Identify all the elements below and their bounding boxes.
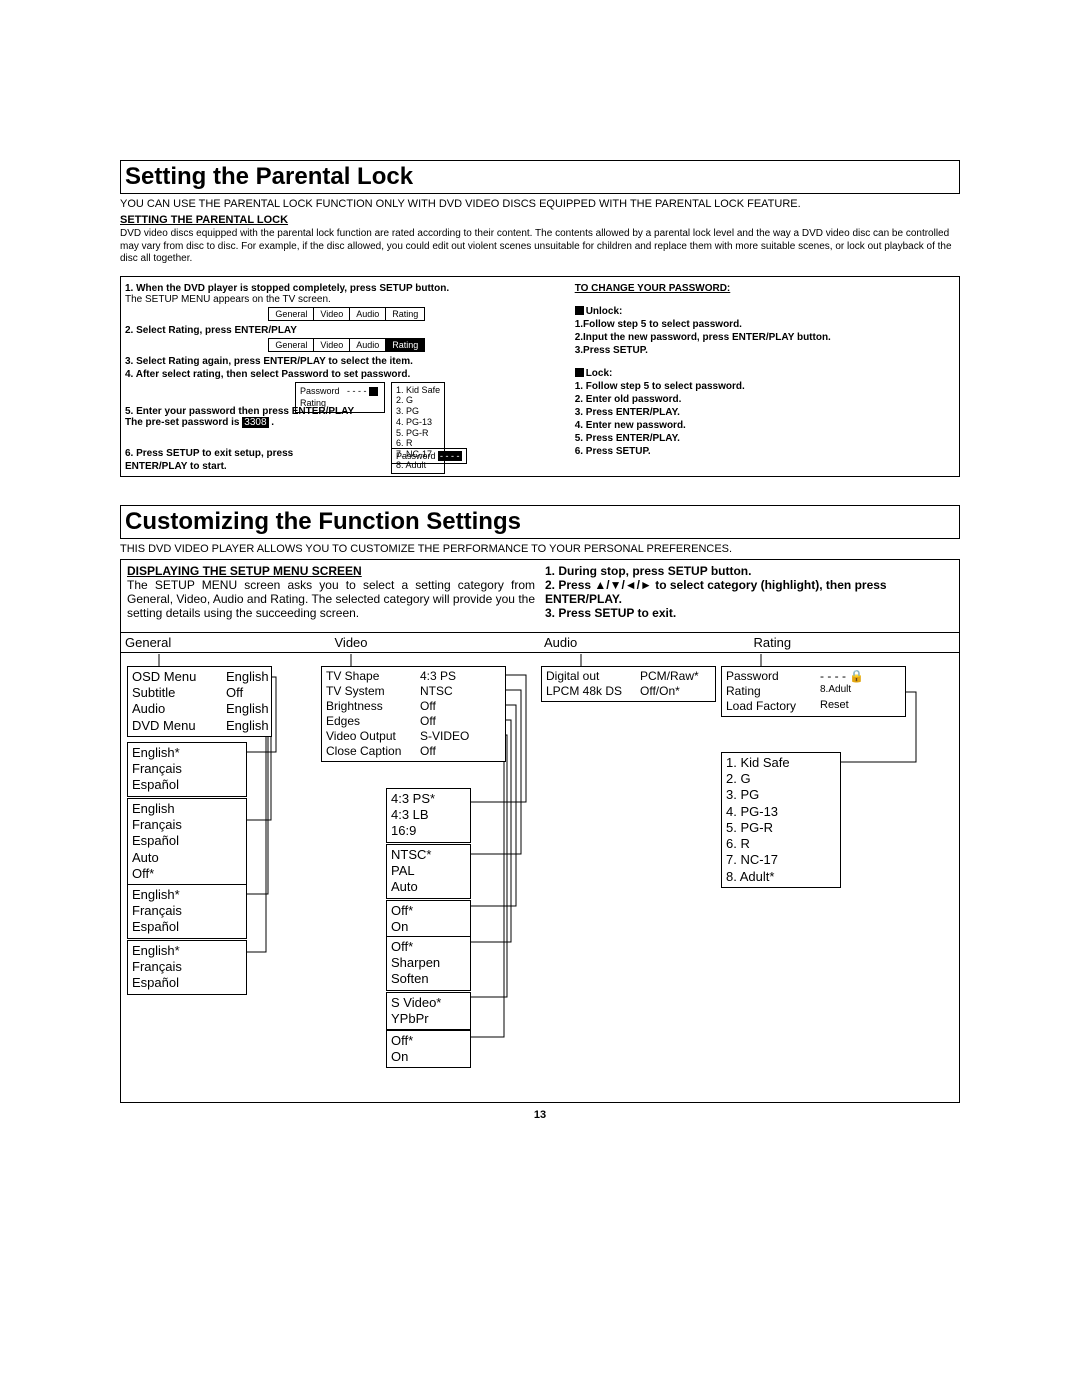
step5: 5. Enter your password then press ENTER/… — [125, 406, 385, 417]
video-opt1: 4:3 PS*4:3 LB16:9 — [386, 788, 471, 843]
settings-diagram: General Video Audio Rating — [121, 632, 959, 1102]
rating-box: Password- - - - 🔒 Rating8.Adult Load Fac… — [721, 666, 906, 717]
general-box: OSD MenuEnglish SubtitleOff AudioEnglish… — [127, 666, 272, 737]
step1: 1. When the DVD player is stopped comple… — [125, 283, 569, 294]
display-setup-body: The SETUP MENU screen asks you to select… — [127, 578, 535, 620]
password-box-2: Password - - - - — [391, 448, 467, 464]
preset-pw: The pre-set password is 3308 . — [125, 417, 569, 428]
parental-lock-steps-box: 1. When the DVD player is stopped comple… — [120, 276, 960, 477]
category-row: General Video Audio Rating — [121, 632, 959, 653]
setup-step1: 1. During stop, press SETUP button. — [545, 564, 953, 578]
section1-title: Setting the Parental Lock — [120, 160, 960, 194]
setup-step2: 2. Press ▲/▼/◄/► to select category (hig… — [545, 578, 953, 606]
tabs-row-2: General Video Audio Rating — [268, 338, 425, 352]
step3: 3. Select Rating again, press ENTER/PLAY… — [125, 356, 569, 367]
change-password-head: TO CHANGE YOUR PASSWORD: — [575, 283, 955, 294]
unlock-icon — [575, 306, 584, 315]
setup-step3: 3. Press SETUP to exit. — [545, 606, 953, 620]
lock-icon-small: 🔒 — [849, 669, 864, 683]
video-opt6: Off*On — [386, 1030, 471, 1069]
audio-box: Digital outPCM/Raw* LPCM 48k DSOff/On* — [541, 666, 716, 702]
display-setup-head: DISPLAYING THE SETUP MENU SCREEN — [127, 564, 535, 578]
tabs-row-1: General Video Audio Rating — [268, 307, 425, 321]
step1-note: The SETUP MENU appears on the TV screen. — [125, 294, 569, 305]
video-opt3: Off*On — [386, 900, 471, 939]
video-box: TV Shape4:3 PS TV SystemNTSC BrightnessO… — [321, 666, 506, 762]
section2-title: Customizing the Function Settings — [120, 505, 960, 539]
video-opt5: S Video*YPbPr — [386, 992, 471, 1031]
section1-subhead: SETTING THE PARENTAL LOCK — [120, 214, 960, 226]
section1-intro: YOU CAN USE THE PARENTAL LOCK FUNCTION O… — [120, 198, 960, 210]
section2-intro: THIS DVD VIDEO PLAYER ALLOWS YOU TO CUST… — [120, 543, 960, 555]
lock-icon-2 — [575, 368, 584, 377]
video-opt4: Off*SharpenSoften — [386, 936, 471, 991]
step4: 4. After select rating, then select Pass… — [125, 369, 569, 380]
general-opt4: English*FrançaisEspañol — [127, 940, 247, 995]
step6a: 6. Press SETUP to exit setup, press — [125, 448, 385, 459]
step2: 2. Select Rating, press ENTER/PLAY — [125, 325, 569, 336]
video-opt2: NTSC*PALAuto — [386, 844, 471, 899]
rating-opt: 1. Kid Safe 2. G 3. PG 4. PG-13 5. PG-R … — [721, 752, 841, 888]
step6b: ENTER/PLAY to start. — [125, 461, 385, 472]
section1-body: DVD video discs equipped with the parent… — [120, 228, 960, 266]
lock-icon — [369, 387, 378, 396]
page-number: 13 — [120, 1109, 960, 1121]
general-opt3: English*FrançaisEspañol — [127, 884, 247, 939]
general-opt2: EnglishFrançaisEspañolAutoOff* — [127, 798, 247, 885]
general-opt1: English*FrançaisEspañol — [127, 742, 247, 797]
